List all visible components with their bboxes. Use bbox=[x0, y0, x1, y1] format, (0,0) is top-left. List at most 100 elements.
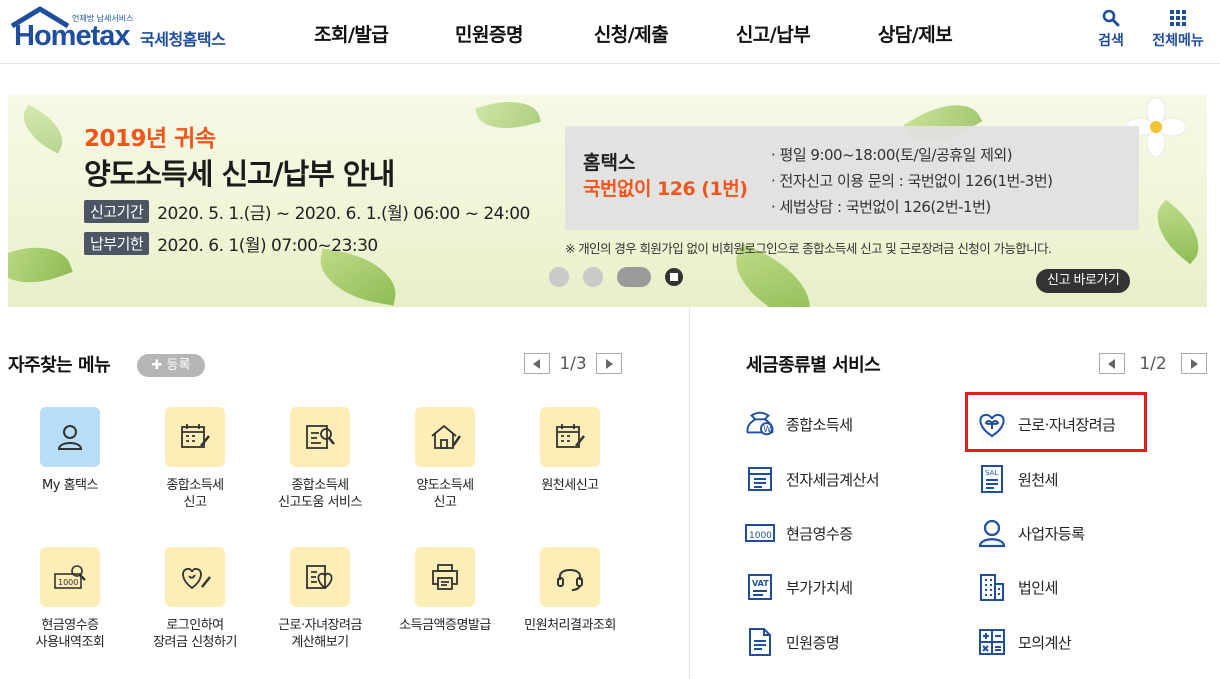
triangle-right-icon bbox=[606, 358, 613, 369]
tax-services-next-button[interactable] bbox=[1181, 353, 1207, 374]
payment-deadline-tag: 납부기한 bbox=[84, 232, 150, 255]
report-shortcut-button[interactable]: 신고 바로가기 bbox=[1036, 269, 1131, 293]
report-period-tag: 신고기간 bbox=[84, 200, 150, 223]
user-icon bbox=[57, 425, 83, 450]
favorites-add-button[interactable]: ✚ 등록 bbox=[137, 354, 205, 377]
section-divider bbox=[689, 308, 690, 679]
logo-brand: Hometax bbox=[14, 20, 130, 52]
contact-box-title: 홈택스 bbox=[583, 152, 636, 174]
money-bag-icon: W bbox=[746, 411, 774, 436]
svc-e-tax-invoice[interactable]: 전자세금계산서 bbox=[744, 463, 880, 495]
svc-civil-certificate[interactable]: 민원증명 bbox=[744, 626, 840, 658]
calculator-icon bbox=[979, 629, 1005, 655]
header: 언제방 납세서비스 Hometax 국세청홈택스 조회/발급 민원증명 신청/제… bbox=[0, 0, 1220, 64]
person-icon bbox=[978, 519, 1006, 548]
favorites-next-button[interactable] bbox=[596, 353, 622, 374]
doc-search-icon bbox=[306, 425, 335, 449]
banner-dot[interactable] bbox=[583, 267, 603, 287]
banner-stop-button[interactable] bbox=[665, 268, 683, 286]
vat-icon: VAT bbox=[748, 574, 772, 600]
fav-my-hometax[interactable]: My 홈택스 bbox=[10, 407, 130, 494]
fav-withholding-report[interactable]: 원천세신고 bbox=[510, 407, 630, 494]
receipt-1000-icon: 1000 bbox=[745, 524, 775, 542]
fav-cash-receipt-history[interactable]: 1000 현금영수증 사용내역조회 bbox=[10, 547, 130, 651]
triangle-left-icon bbox=[533, 358, 540, 369]
search-button[interactable]: 검색 bbox=[1094, 6, 1128, 50]
svc-global-income-tax[interactable]: W 종합소득세 bbox=[744, 408, 853, 440]
gnb-certificate[interactable]: 민원증명 bbox=[418, 20, 560, 47]
svc-business-registration[interactable]: 사업자등록 bbox=[976, 517, 1085, 549]
svg-text:1000: 1000 bbox=[58, 578, 78, 587]
receipt-search-icon: 1000 bbox=[54, 565, 86, 589]
fav-income-tax-report[interactable]: 종합소득세 신고 bbox=[135, 407, 255, 511]
all-menu-button[interactable]: 전체메뉴 bbox=[1146, 6, 1210, 50]
tax-services-prev-button[interactable] bbox=[1099, 353, 1125, 374]
favorites-page-number: 1/3 bbox=[559, 353, 587, 374]
contact-line: · 평일 9:00~18:00(토/일/공휴일 제외) bbox=[771, 146, 1013, 164]
stop-icon bbox=[670, 273, 678, 281]
svc-corporate-tax[interactable]: 법인세 bbox=[976, 571, 1058, 603]
svg-text:SAL: SAL bbox=[985, 469, 998, 477]
sal-doc-icon: SAL bbox=[981, 465, 1003, 493]
svc-cash-receipt[interactable]: 1000 현금영수증 bbox=[744, 517, 853, 549]
fav-income-tax-help[interactable]: 종합소득세 신고도움 서비스 bbox=[260, 407, 380, 511]
fav-incentive-calculator[interactable]: 근로·자녀장려금 계산해보기 bbox=[260, 547, 380, 651]
banner-dot-active[interactable] bbox=[617, 267, 651, 287]
search-icon bbox=[1102, 9, 1120, 27]
banner-deadline-row: 납부기한 2020. 6. 1(월) 07:00~23:30 bbox=[84, 231, 378, 256]
search-label: 검색 bbox=[1098, 33, 1124, 49]
heart-doc-icon bbox=[306, 565, 333, 590]
gnb-consult[interactable]: 상담/제보 bbox=[844, 20, 986, 47]
payment-deadline-value: 2020. 6. 1(월) 07:00~23:30 bbox=[157, 236, 378, 256]
tax-services-title: 세금종류별 서비스 bbox=[746, 355, 881, 376]
fav-income-certificate[interactable]: 소득금액증명발급 bbox=[385, 547, 505, 634]
global-nav: 조회/발급 민원증명 신청/제출 신고/납부 상담/제보 bbox=[300, 20, 986, 47]
fav-transfer-tax-report[interactable]: 양도소득세 신고 bbox=[385, 407, 505, 511]
triangle-right-icon bbox=[1191, 358, 1198, 369]
favorites-title: 자주찾는 메뉴 bbox=[8, 355, 111, 376]
svg-text:VAT: VAT bbox=[752, 579, 769, 588]
banner-title-year: 2019년 귀속 bbox=[84, 126, 216, 152]
contact-line: · 세법상담 : 국번없이 126(2번-1번) bbox=[771, 198, 991, 216]
building-icon bbox=[980, 574, 1004, 601]
calendar-pen-icon bbox=[181, 424, 210, 448]
report-period-value: 2020. 5. 1.(금) ~ 2020. 6. 1.(월) 06:00 ~ … bbox=[157, 204, 530, 224]
banner-pagination bbox=[549, 267, 697, 287]
logo-brand-kr: 국세청홈택스 bbox=[140, 30, 226, 49]
heart-pen-icon bbox=[182, 567, 211, 590]
favorites-pager: 1/3 bbox=[524, 353, 622, 374]
banner-note: ※ 개인의 경우 회원가입 없이 비회원로그인으로 종합소득세 신고 및 근로장… bbox=[565, 241, 1052, 256]
calendar-pen-icon bbox=[556, 424, 585, 448]
house-pen-icon bbox=[431, 424, 461, 449]
invoice-icon bbox=[748, 467, 772, 491]
hometax-logo[interactable]: 언제방 납세서비스 Hometax 국세청홈택스 bbox=[8, 4, 238, 54]
fav-civil-result[interactable]: 민원처리결과조회 bbox=[510, 547, 630, 634]
plus-icon: ✚ bbox=[151, 358, 167, 373]
contact-phone: 국번없이 126 (1번) bbox=[583, 178, 748, 200]
banner-period-row: 신고기간 2020. 5. 1.(금) ~ 2020. 6. 1.(월) 06:… bbox=[84, 199, 530, 224]
svg-text:1000: 1000 bbox=[749, 531, 772, 541]
fav-login-incentive-apply[interactable]: 로그인하여 장려금 신청하기 bbox=[135, 547, 255, 651]
svc-mock-calculation[interactable]: 모의계산 bbox=[976, 626, 1072, 658]
document-icon bbox=[749, 628, 771, 656]
headset-icon bbox=[557, 569, 583, 591]
promo-banner[interactable]: 2019년 귀속 양도소득세 신고/납부 안내 신고기간 2020. 5. 1.… bbox=[8, 95, 1207, 307]
triangle-left-icon bbox=[1108, 358, 1115, 369]
all-menu-label: 전체메뉴 bbox=[1152, 33, 1204, 49]
tax-services-pager: 1/2 bbox=[1099, 353, 1207, 374]
printer-icon bbox=[432, 564, 458, 590]
gnb-report-pay[interactable]: 신고/납부 bbox=[702, 20, 844, 47]
banner-dot[interactable] bbox=[549, 267, 569, 287]
contact-line: · 전자신고 이용 문의 : 국번없이 126(1번-3번) bbox=[771, 172, 1053, 190]
favorites-prev-button[interactable] bbox=[524, 353, 550, 374]
leaf-decoration bbox=[8, 234, 73, 296]
gnb-inquiry[interactable]: 조회/발급 bbox=[300, 20, 418, 47]
leaf-decoration bbox=[14, 104, 72, 154]
leaf-decoration bbox=[475, 95, 541, 138]
contact-info-box: 홈택스 국번없이 126 (1번) · 평일 9:00~18:00(토/일/공휴… bbox=[565, 126, 1139, 230]
svc-vat[interactable]: VAT 부가가치세 bbox=[744, 571, 853, 603]
svc-withholding-tax[interactable]: SAL 원천세 bbox=[976, 463, 1058, 495]
tax-services-page-number: 1/2 bbox=[1139, 353, 1167, 374]
gnb-application[interactable]: 신청/제출 bbox=[560, 20, 702, 47]
banner-title-main: 양도소득세 신고/납부 안내 bbox=[84, 157, 395, 191]
